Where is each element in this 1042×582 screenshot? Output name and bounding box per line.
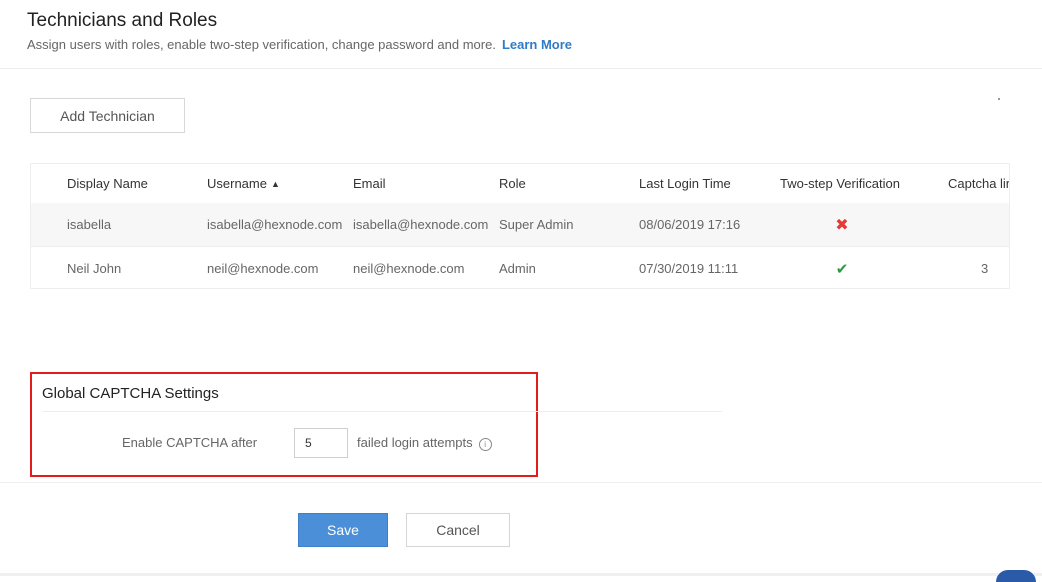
page-title: Technicians and Roles [27, 10, 218, 31]
column-header-role[interactable]: Role [499, 164, 526, 203]
section-divider [42, 411, 722, 412]
cell-display-name: isabella [67, 217, 112, 232]
cell-email: isabella@hexnode.com [353, 217, 489, 232]
column-header-email[interactable]: Email [353, 164, 386, 203]
learn-more-link[interactable]: Learn More [502, 37, 572, 52]
captcha-attempts-input[interactable] [294, 428, 348, 458]
column-header-username[interactable]: Username ▲ [207, 164, 280, 203]
cell-email: neil@hexnode.com [353, 261, 465, 276]
cell-two-step: ✖ [833, 203, 851, 246]
captcha-suffix-text: failed login attempts [357, 435, 473, 450]
cell-display-name: Neil John [67, 261, 122, 276]
cell-last-login: 08/06/2019 17:16 [639, 217, 741, 232]
cell-two-step: ✔ [833, 247, 851, 288]
technicians-table: Display Name Username ▲ Email Role Last … [30, 163, 1010, 289]
page-subtitle: Assign users with roles, enable two-step… [27, 37, 572, 52]
captcha-suffix: failed login attempts i [357, 435, 492, 451]
checkmark-icon: ✔ [835, 260, 849, 278]
footer-divider [0, 482, 1042, 483]
save-button[interactable]: Save [298, 513, 388, 547]
cell-captcha: 3 [981, 261, 989, 276]
column-header-display-name[interactable]: Display Name [67, 164, 148, 203]
page-header: Technicians and Roles Assign users with … [0, 0, 1042, 69]
decorative-dot [998, 98, 1000, 100]
cross-icon: ✖ [835, 216, 849, 234]
table-row[interactable]: Neil John neil@hexnode.com neil@hexnode.… [31, 247, 1009, 288]
cell-role: Admin [499, 261, 536, 276]
chat-widget-icon[interactable] [996, 570, 1036, 582]
column-header-captcha[interactable]: Captcha lir [948, 164, 1009, 203]
cell-username: neil@hexnode.com [207, 261, 319, 276]
info-icon[interactable]: i [478, 438, 492, 451]
table-row[interactable]: isabella isabella@hexnode.com isabella@h… [31, 203, 1009, 247]
column-header-username-label: Username [207, 176, 267, 191]
cell-role: Super Admin [499, 217, 574, 232]
table-header-row: Display Name Username ▲ Email Role Last … [31, 164, 1009, 204]
cancel-button[interactable]: Cancel [406, 513, 510, 547]
captcha-label: Enable CAPTCHA after [122, 435, 258, 450]
column-header-last-login[interactable]: Last Login Time [639, 164, 731, 203]
sort-ascending-icon: ▲ [270, 178, 280, 189]
captcha-section-title: Global CAPTCHA Settings [42, 385, 219, 402]
column-header-two-step[interactable]: Two-step Verification [780, 164, 900, 203]
cell-username: isabella@hexnode.com [207, 217, 343, 232]
cell-last-login: 07/30/2019 11:11 [639, 261, 739, 276]
add-technician-button[interactable]: Add Technician [30, 98, 185, 133]
subtitle-text: Assign users with roles, enable two-step… [27, 37, 496, 52]
captcha-settings-section: Global CAPTCHA Settings Enable CAPTCHA a… [30, 372, 722, 477]
